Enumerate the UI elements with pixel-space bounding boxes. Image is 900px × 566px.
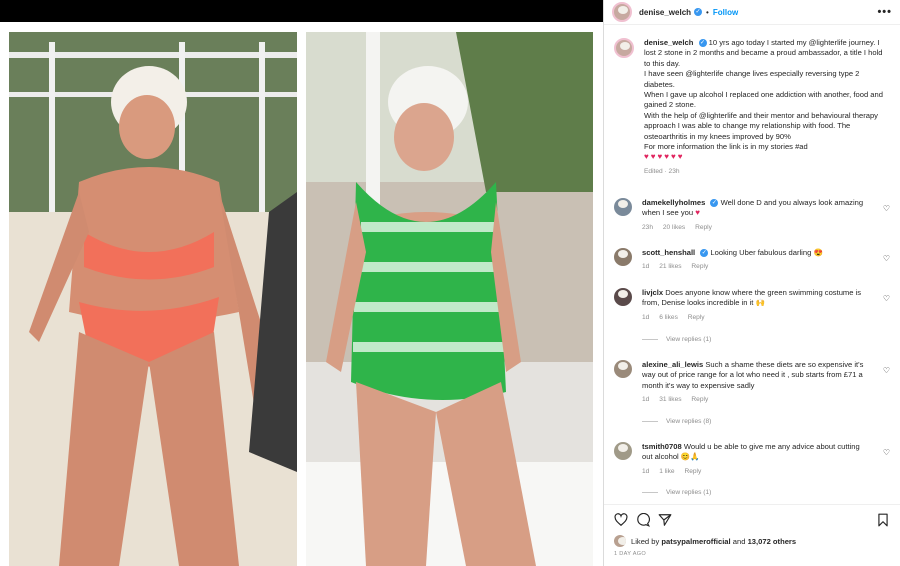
reply-button[interactable]: Reply: [684, 468, 701, 475]
heart-icon[interactable]: ♡: [883, 204, 890, 213]
caption-line: When I gave up alcohol I replaced one ad…: [644, 90, 883, 110]
verified-badge-icon: ✓: [698, 39, 707, 47]
instagram-post-window: denise_welch ✓ • Follow ••• denise_welch…: [0, 0, 900, 566]
comment-time: 1d: [642, 467, 650, 475]
heart-icon[interactable]: ♡: [883, 366, 890, 375]
more-icon[interactable]: •••: [877, 6, 892, 18]
caption-meta: Edited · 23h: [644, 167, 680, 175]
comment-text: Looking Uber fabulous darling: [710, 248, 812, 257]
caption-username[interactable]: denise_welch: [644, 38, 693, 47]
comment-item: alexine_ali_lewis Such a shame these die…: [614, 360, 896, 406]
share-icon[interactable]: [658, 513, 672, 527]
verified-badge-icon: ✓: [694, 8, 703, 16]
comment-likes[interactable]: 31 likes: [659, 396, 681, 403]
comment-avatar[interactable]: [614, 248, 632, 266]
comment-avatar[interactable]: [614, 198, 632, 216]
verified-badge-icon: ✓: [710, 199, 719, 207]
heart-icon[interactable]: ♡: [883, 254, 890, 263]
liked-by-suffix: and: [732, 536, 746, 546]
verified-badge-icon: ✓: [700, 249, 709, 257]
post-actions: Liked by patsypalmerofficial and 13,072 …: [604, 504, 900, 557]
reply-button[interactable]: Reply: [691, 396, 708, 403]
post-header: denise_welch ✓ • Follow •••: [604, 0, 900, 25]
post-date: 1 DAY AGO: [614, 551, 647, 557]
caption-line: For more information the link is in my s…: [644, 142, 808, 152]
caption-avatar[interactable]: [614, 38, 634, 58]
comment-emoji: 😊🙏: [680, 452, 700, 462]
comment-username[interactable]: damekellyholmes: [642, 198, 705, 207]
reply-button[interactable]: Reply: [695, 224, 712, 231]
liked-by-user[interactable]: patsypalmerofficial: [661, 537, 730, 546]
comment-avatar[interactable]: [614, 288, 632, 306]
reply-button[interactable]: Reply: [691, 263, 708, 270]
caption-hearts: ♥♥♥♥♥♥: [644, 152, 685, 162]
post-media[interactable]: [0, 22, 603, 566]
post-side-panel: denise_welch ✓ • Follow ••• denise_welch…: [603, 0, 900, 566]
comment-username[interactable]: scott_henshall: [642, 248, 695, 257]
photo-after: [306, 32, 593, 566]
reply-button[interactable]: Reply: [688, 314, 705, 321]
caption-line: With the help of @lighterlife and their …: [644, 110, 878, 141]
comment-avatar[interactable]: [614, 360, 632, 378]
comment-text: Does anyone know where the green swimmin…: [642, 288, 862, 308]
author-avatar[interactable]: [612, 2, 632, 22]
comment-emoji: 🙌: [755, 298, 766, 308]
comment-time: 1d: [642, 263, 650, 271]
comment-item: livjclx Does anyone know where the green…: [614, 288, 896, 323]
comment-username[interactable]: alexine_ali_lewis: [642, 360, 703, 369]
view-replies-button[interactable]: View replies (8): [642, 418, 711, 425]
bookmark-icon[interactable]: [876, 513, 890, 527]
comment-item: damekellyholmes ✓ Well done D and you al…: [614, 198, 896, 233]
heart-icon[interactable]: ♡: [883, 448, 890, 457]
comment-username[interactable]: livjclx: [642, 288, 663, 297]
liked-count[interactable]: 13,072 others: [748, 537, 797, 546]
comment-avatar[interactable]: [614, 442, 632, 460]
comment-time: 1d: [642, 313, 650, 321]
separator: •: [706, 7, 709, 17]
caption-line: I have seen @lighterlife change lives es…: [644, 69, 860, 89]
photo-before: [9, 32, 297, 566]
comment-icon[interactable]: [636, 513, 650, 527]
view-replies-button[interactable]: View replies (1): [642, 336, 711, 343]
liked-by-summary: Liked by patsypalmerofficial and 13,072 …: [614, 535, 890, 547]
comment-time: 1d: [642, 396, 650, 404]
comment-likes[interactable]: 20 likes: [663, 224, 685, 231]
comment-username[interactable]: tsmith0708: [642, 442, 682, 451]
follow-button[interactable]: Follow: [713, 8, 738, 17]
view-replies-button[interactable]: View replies (1): [642, 489, 711, 496]
comment-likes[interactable]: 1 like: [659, 468, 674, 475]
comment-likes[interactable]: 6 likes: [659, 314, 678, 321]
comment-item: tsmith0708 Would u be able to give me an…: [614, 442, 896, 477]
heart-icon[interactable]: ♡: [883, 294, 890, 303]
comment-time: 23h: [642, 223, 654, 231]
comment-emoji: 😍: [813, 248, 823, 257]
heart-icon[interactable]: [614, 513, 628, 527]
top-bar: [0, 0, 603, 22]
comment-emoji: ♥: [695, 208, 702, 218]
post-caption: denise_welch ✓ 10 yrs ago today I starte…: [604, 26, 900, 177]
liker-avatar[interactable]: [614, 535, 626, 547]
comment-item: scott_henshall ✓ Looking Uber fabulous d…: [614, 248, 896, 273]
liked-by-prefix: Liked by: [631, 536, 660, 546]
comment-likes[interactable]: 21 likes: [659, 263, 681, 270]
author-username[interactable]: denise_welch: [639, 8, 691, 17]
comments-scroll-area[interactable]: denise_welch ✓ 10 yrs ago today I starte…: [604, 26, 900, 504]
